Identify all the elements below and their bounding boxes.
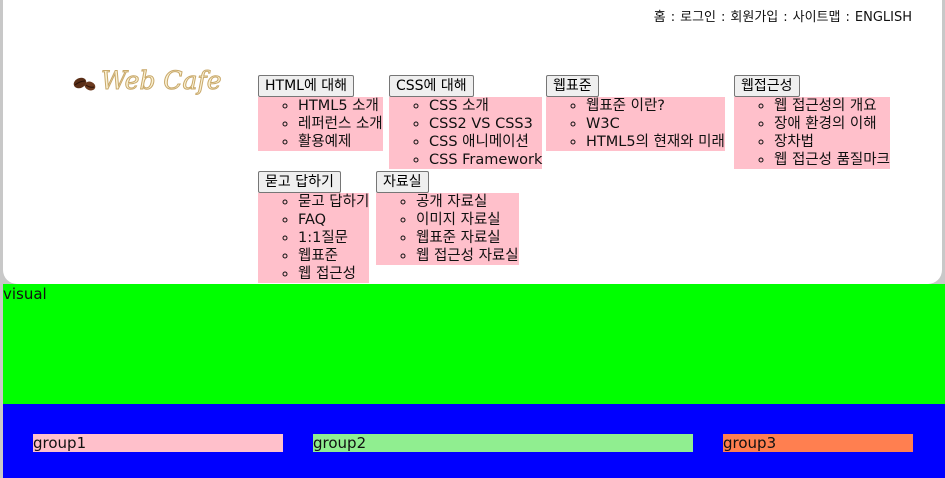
- submenu-link[interactable]: CSS Framework: [429, 152, 542, 168]
- site-header: 홈: 로그인: 회원가입: 사이트맵: ENGLISH Web Cafe HTML에 대…: [3, 0, 942, 284]
- util-link-sitemap[interactable]: 사이트맵: [793, 10, 841, 25]
- submenu-item: CSS2 VS CSS3: [429, 115, 542, 133]
- page-frame: 홈: 로그인: 회원가입: 사이트맵: ENGLISH Web Cafe HTML에 대…: [0, 0, 945, 478]
- menu-button-html[interactable]: HTML에 대해: [258, 75, 355, 97]
- util-link-home[interactable]: 홈: [654, 10, 666, 25]
- submenu-item: CSS 애니메이션: [429, 133, 542, 151]
- submenu-link[interactable]: 웹 접근성: [298, 266, 356, 282]
- submenu-link[interactable]: 활용예제: [298, 134, 351, 150]
- util-link-join[interactable]: 회원가입: [730, 10, 778, 25]
- menu-archive: 자료실 공개 자료실 이미지 자료실 웹표준 자료실 웹 접근성 자료실: [376, 171, 519, 265]
- submenu-item: CSS 소개: [429, 97, 542, 115]
- submenu-item: W3C: [586, 115, 725, 133]
- site-logo[interactable]: Web Cafe: [71, 64, 236, 96]
- submenu-item: 웹 접근성: [298, 265, 369, 283]
- group3-box: group3: [723, 434, 913, 452]
- submenu-link[interactable]: 레퍼런스 소개: [298, 116, 383, 132]
- menu-css: CSS에 대해 CSS 소개 CSS2 VS CSS3 CSS 애니메이션 CS…: [389, 75, 543, 169]
- submenu-item: 웹 접근성 자료실: [416, 247, 519, 265]
- submenu-archive: 공개 자료실 이미지 자료실 웹표준 자료실 웹 접근성 자료실: [376, 193, 519, 265]
- submenu-item: 활용예제: [298, 133, 383, 151]
- util-link-login[interactable]: 로그인: [680, 10, 716, 25]
- submenu-link[interactable]: 이미지 자료실: [416, 212, 501, 228]
- menu-accessibility: 웹접근성 웹 접근성의 개요 장애 환경의 이해 장차법 웹 접근성 품질마크: [734, 75, 890, 169]
- submenu-link[interactable]: FAQ: [298, 212, 326, 228]
- submenu-item: 웹표준 이란?: [586, 97, 725, 115]
- group1-box: group1: [33, 434, 283, 452]
- submenu-item: 묻고 답하기: [298, 193, 369, 211]
- coffee-beans-icon: Web Cafe: [73, 66, 222, 96]
- submenu-link[interactable]: 웹 접근성 자료실: [416, 248, 519, 264]
- util-separator: :: [721, 10, 726, 25]
- submenu-link[interactable]: 웹 접근성 품질마크: [774, 152, 890, 168]
- menu-webstandard: 웹표준 웹표준 이란? W3C HTML5의 현재와 미래: [546, 75, 725, 151]
- submenu-link[interactable]: 웹 접근성의 개요: [774, 98, 877, 114]
- submenu-link[interactable]: 장차법: [774, 134, 814, 150]
- utility-nav: 홈: 로그인: 회원가입: 사이트맵: ENGLISH: [654, 6, 912, 25]
- submenu-html: HTML5 소개 레퍼런스 소개 활용예제: [258, 97, 383, 151]
- submenu-item: 1:1질문: [298, 229, 369, 247]
- submenu-link[interactable]: CSS2 VS CSS3: [429, 116, 533, 132]
- submenu-link[interactable]: HTML5 소개: [298, 98, 379, 114]
- submenu-item: 웹 접근성 품질마크: [774, 151, 890, 169]
- submenu-accessibility: 웹 접근성의 개요 장애 환경의 이해 장차법 웹 접근성 품질마크: [734, 97, 890, 169]
- group2-box: group2: [313, 434, 693, 452]
- submenu-item: 레퍼런스 소개: [298, 115, 383, 133]
- submenu-item: 웹표준: [298, 247, 369, 265]
- submenu-item: FAQ: [298, 211, 369, 229]
- submenu-item: CSS Framework: [429, 151, 542, 169]
- submenu-item: 웹표준 자료실: [416, 229, 519, 247]
- submenu-link[interactable]: CSS 소개: [429, 98, 489, 114]
- submenu-link[interactable]: 웹표준 이란?: [586, 98, 665, 114]
- submenu-link[interactable]: HTML5의 현재와 미래: [586, 134, 725, 150]
- visual-section: visual: [3, 284, 945, 404]
- submenu-link[interactable]: 웹표준 자료실: [416, 230, 501, 246]
- util-link-english[interactable]: ENGLISH: [855, 10, 912, 25]
- submenu-webstandard: 웹표준 이란? W3C HTML5의 현재와 미래: [546, 97, 725, 151]
- groups-section: group1 group2 group3: [3, 404, 945, 478]
- menu-html: HTML에 대해 HTML5 소개 레퍼런스 소개 활용예제: [258, 75, 383, 151]
- submenu-item: 이미지 자료실: [416, 211, 519, 229]
- submenu-css: CSS 소개 CSS2 VS CSS3 CSS 애니메이션 CSS Framew…: [389, 97, 543, 169]
- submenu-link[interactable]: 묻고 답하기: [298, 194, 369, 210]
- menu-qna: 묻고 답하기 묻고 답하기 FAQ 1:1질문 웹표준 웹 접근성: [258, 171, 370, 283]
- submenu-link[interactable]: CSS 애니메이션: [429, 134, 529, 150]
- submenu-link[interactable]: 웹표준: [298, 248, 338, 264]
- submenu-link[interactable]: W3C: [586, 116, 620, 132]
- menu-button-qna[interactable]: 묻고 답하기: [258, 171, 341, 193]
- submenu-link[interactable]: 1:1질문: [298, 230, 348, 246]
- menu-button-webstandard[interactable]: 웹표준: [546, 75, 599, 97]
- submenu-qna: 묻고 답하기 FAQ 1:1질문 웹표준 웹 접근성: [258, 193, 370, 283]
- submenu-item: 공개 자료실: [416, 193, 519, 211]
- menu-button-archive[interactable]: 자료실: [376, 171, 429, 193]
- menu-button-css[interactable]: CSS에 대해: [389, 75, 474, 97]
- util-separator: :: [670, 10, 676, 25]
- logo-text: Web Cafe: [101, 66, 221, 95]
- submenu-item: 웹 접근성의 개요: [774, 97, 890, 115]
- submenu-link[interactable]: 장애 환경의 이해: [774, 116, 877, 132]
- submenu-link[interactable]: 공개 자료실: [416, 194, 487, 210]
- submenu-item: HTML5 소개: [298, 97, 383, 115]
- util-separator: :: [845, 10, 850, 25]
- menu-button-accessibility[interactable]: 웹접근성: [734, 75, 800, 97]
- submenu-item: 장차법: [774, 133, 890, 151]
- submenu-item: 장애 환경의 이해: [774, 115, 890, 133]
- util-separator: :: [783, 10, 788, 25]
- submenu-item: HTML5의 현재와 미래: [586, 133, 725, 151]
